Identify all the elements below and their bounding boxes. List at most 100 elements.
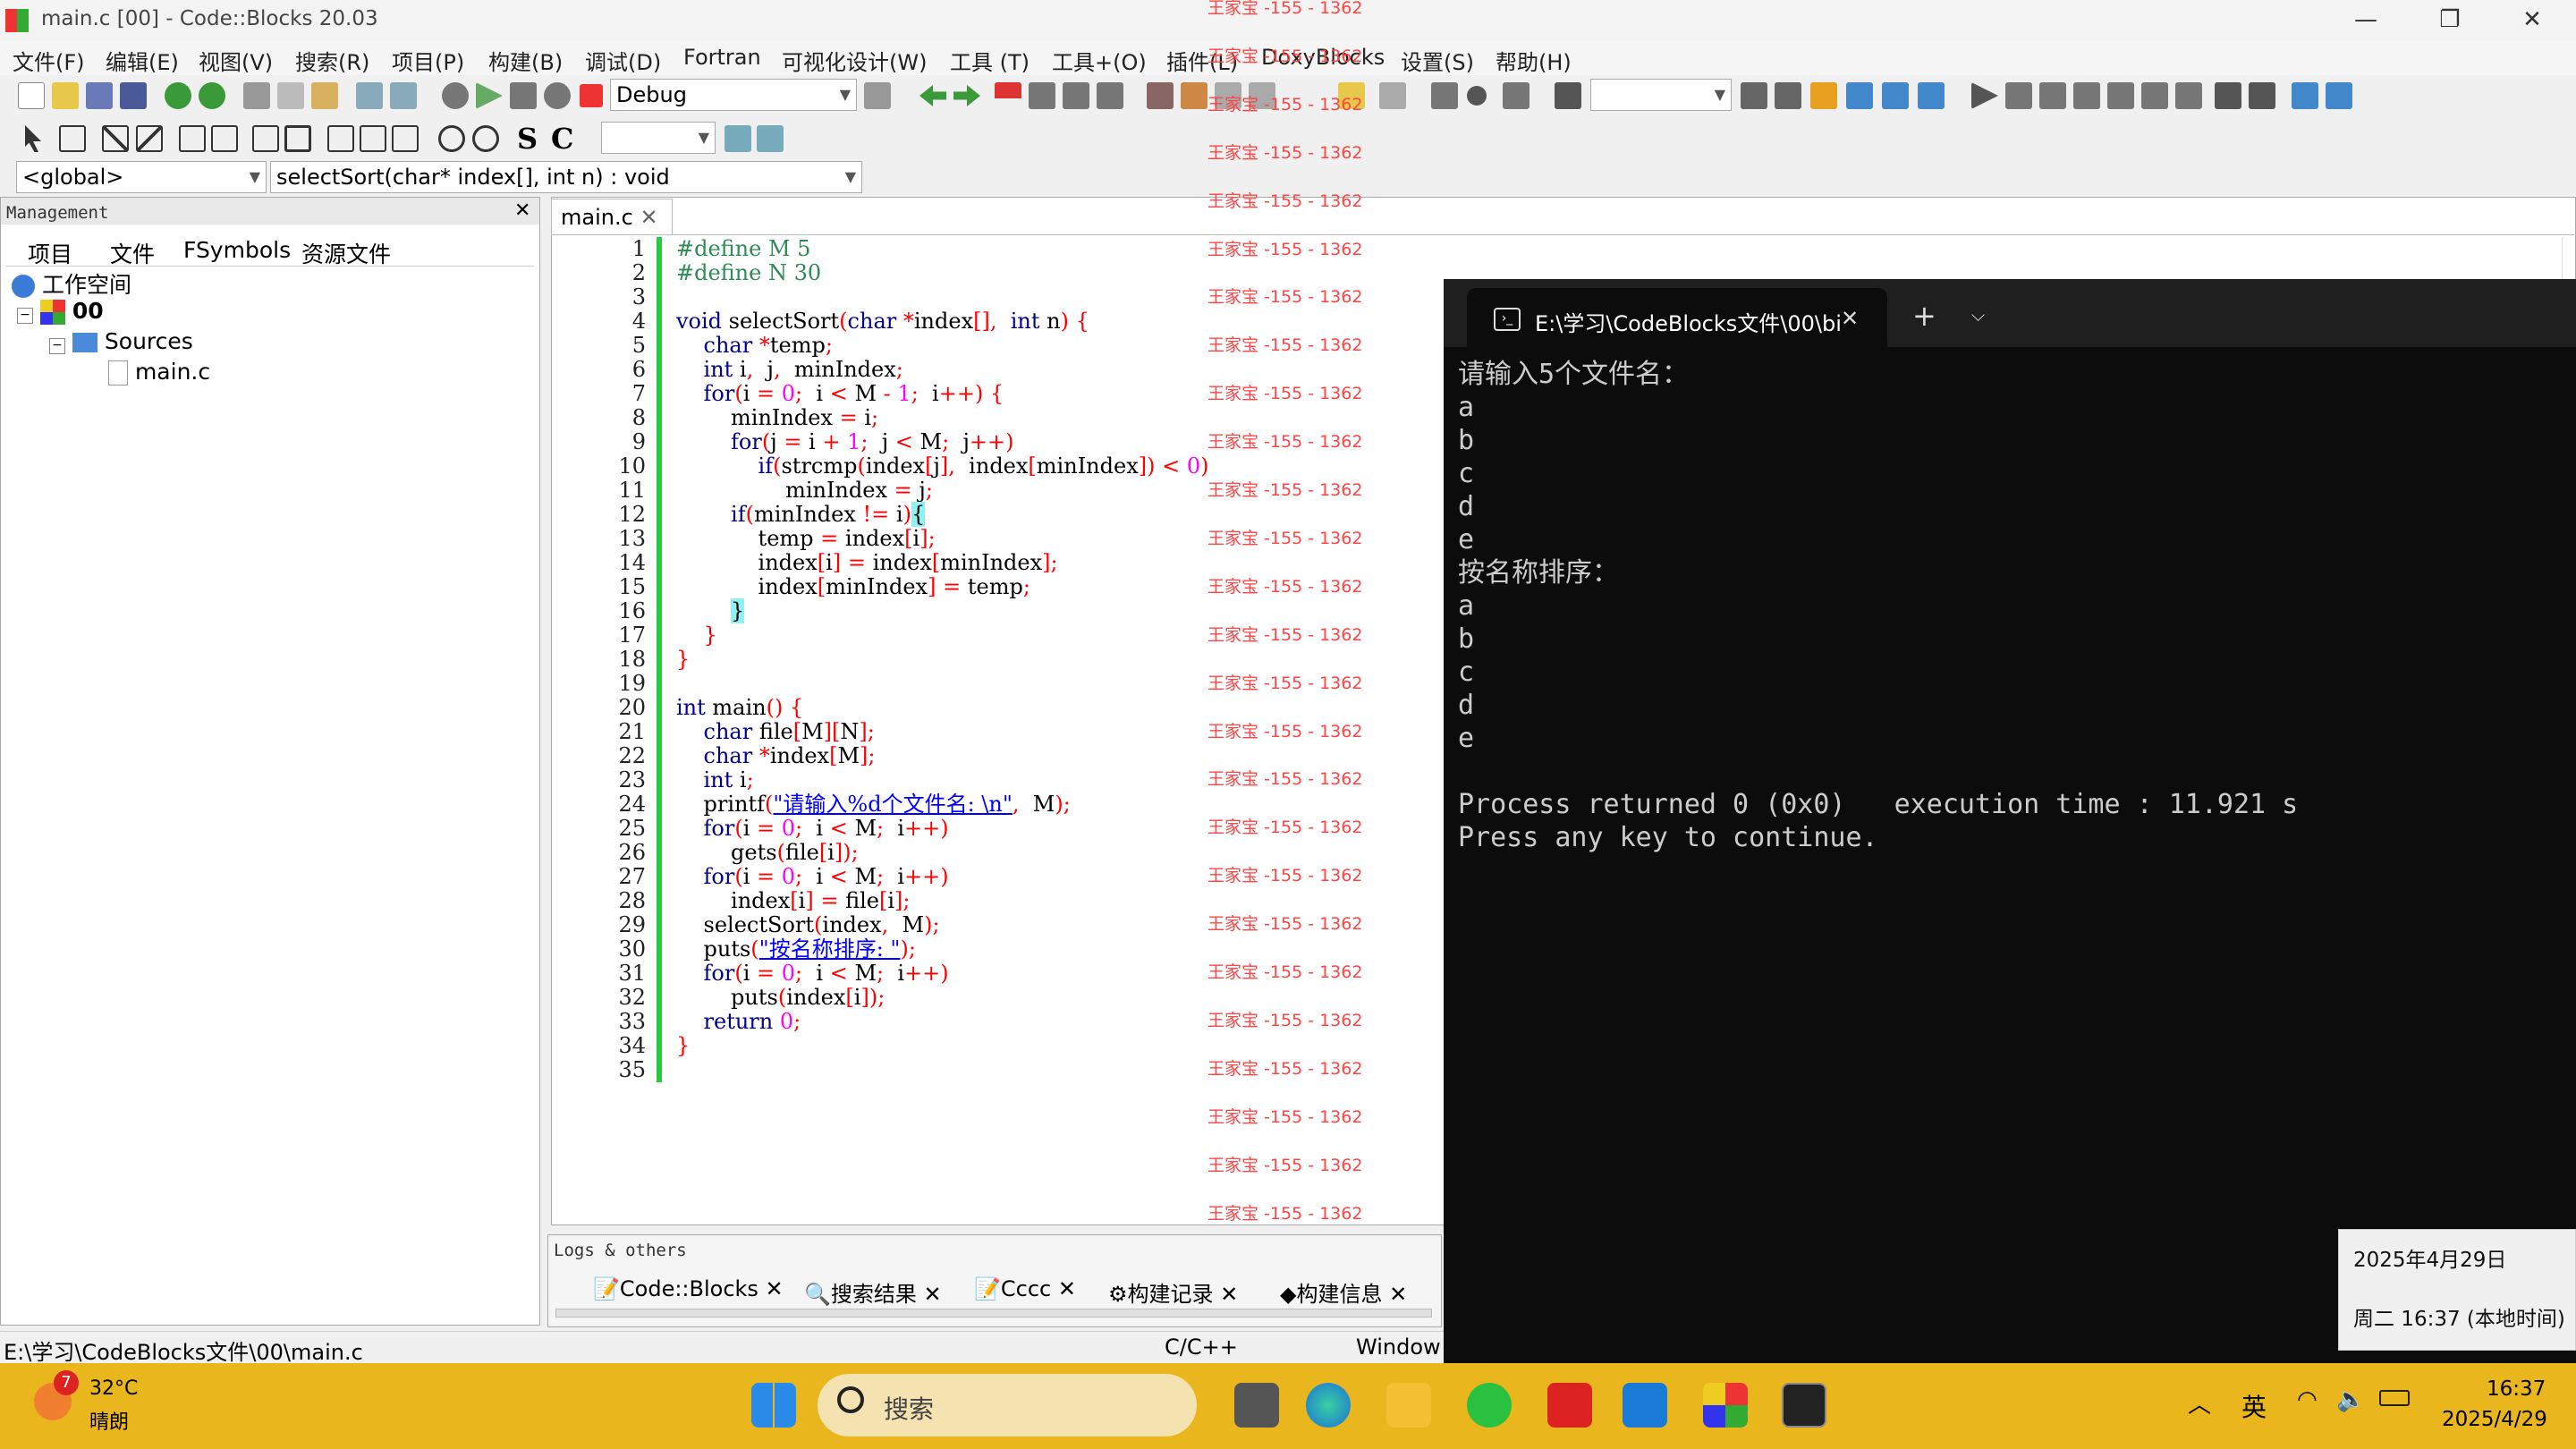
- code-line[interactable]: minIndex = i;: [676, 406, 1445, 430]
- code-line[interactable]: }: [676, 648, 1445, 672]
- undo-icon[interactable]: [165, 82, 191, 109]
- chevron-up-icon[interactable]: ︿: [2188, 1386, 2211, 1419]
- block-icon-1[interactable]: [179, 125, 206, 152]
- block-icon-3[interactable]: [252, 125, 279, 152]
- tree-file-main-c[interactable]: main.c: [108, 359, 210, 386]
- vscode-icon[interactable]: [1623, 1383, 1667, 1428]
- grid-icon[interactable]: [102, 125, 129, 152]
- taskbar-search[interactable]: 搜索: [818, 1374, 1197, 1436]
- start-icon[interactable]: [751, 1383, 796, 1428]
- tree-project[interactable]: − 00: [17, 298, 104, 325]
- doxy-run-icon[interactable]: [1181, 82, 1208, 109]
- block-icon-4[interactable]: [284, 125, 311, 152]
- step-out-icon[interactable]: [2107, 82, 2134, 109]
- save-all-icon[interactable]: [120, 82, 147, 109]
- menu-edit[interactable]: 编辑(E): [106, 45, 179, 76]
- step-icon[interactable]: [1503, 82, 1530, 109]
- menu-debug[interactable]: 调试(D): [585, 45, 661, 76]
- step-into-instruction-icon[interactable]: [2175, 82, 2202, 109]
- ime-indicator[interactable]: 英: [2241, 1388, 2267, 1424]
- c-tool-icon[interactable]: C: [551, 122, 573, 156]
- zoom-out-icon[interactable]: [472, 125, 499, 152]
- run-icon[interactable]: [476, 82, 503, 109]
- highlight-icon[interactable]: [1810, 82, 1837, 109]
- next-instruction-icon[interactable]: [2141, 82, 2168, 109]
- log-tab-search-results[interactable]: 🔍搜索结果 ✕: [804, 1276, 942, 1308]
- gear-icon[interactable]: [442, 82, 469, 109]
- new-file-icon[interactable]: [18, 82, 45, 109]
- minimize-button[interactable]: —: [2326, 0, 2406, 41]
- menu-build[interactable]: 构建(B): [488, 45, 563, 76]
- code-line[interactable]: #define N 30: [676, 261, 1445, 285]
- clock-time[interactable]: 16:37: [2487, 1377, 2546, 1401]
- selected-text-icon[interactable]: [1846, 82, 1873, 109]
- code-line[interactable]: puts("按名称排序: ");: [676, 937, 1445, 962]
- forward-arrow-icon[interactable]: [953, 85, 980, 106]
- wrench-icon[interactable]: [1379, 82, 1406, 109]
- pause-icon[interactable]: [2215, 82, 2241, 109]
- function-select[interactable]: selectSort(char* index[], int n) : void ▼: [270, 161, 862, 193]
- step-into-icon[interactable]: [2073, 82, 2100, 109]
- replace-icon[interactable]: [390, 82, 417, 109]
- next-bookmark-icon[interactable]: [1063, 82, 1089, 109]
- zoom-in-icon[interactable]: [438, 125, 465, 152]
- wechat-icon[interactable]: [1467, 1383, 1512, 1428]
- block-icon-2[interactable]: [211, 125, 238, 152]
- menu-file[interactable]: 文件(F): [13, 45, 85, 76]
- battery-icon[interactable]: [2379, 1390, 2410, 1406]
- stop-icon[interactable]: [2249, 82, 2275, 109]
- tab-close-icon[interactable]: ✕: [640, 205, 657, 230]
- debug-start-icon[interactable]: [1431, 82, 1458, 109]
- terminal-tab-close-icon[interactable]: ✕: [1841, 306, 1859, 331]
- pointer-icon[interactable]: [25, 125, 41, 152]
- debug-continue-icon[interactable]: [1971, 82, 1998, 109]
- jump-forward-icon[interactable]: [1775, 82, 1801, 109]
- taskbar-app-icon-1[interactable]: [1234, 1383, 1279, 1428]
- s-tool-icon[interactable]: S: [517, 122, 538, 156]
- expand-icon[interactable]: −: [49, 338, 65, 354]
- build-target-select[interactable]: Debug ▼: [610, 79, 857, 111]
- build-run-icon[interactable]: [510, 82, 537, 109]
- menu-tools[interactable]: 工具 (T): [950, 45, 1030, 76]
- log-tab-codeblocks[interactable]: 📝Code::Blocks ✕: [593, 1276, 784, 1301]
- doxy-icon[interactable]: [1147, 82, 1174, 109]
- prev-bookmark-icon[interactable]: [1029, 82, 1055, 109]
- code-line[interactable]: index[i] = index[minIndex];: [676, 551, 1445, 575]
- codeblocks-icon[interactable]: [1703, 1383, 1748, 1428]
- jump-back-icon[interactable]: [1741, 82, 1767, 109]
- terminal-tab[interactable]: ›_ E:\学习\CodeBlocks文件\00\bi: [1467, 288, 1887, 347]
- menu-visual-design[interactable]: 可视化设计(W): [782, 45, 927, 76]
- edge-icon[interactable]: [1306, 1383, 1351, 1428]
- design-combo[interactable]: ▼: [601, 122, 716, 154]
- code-line[interactable]: void selectSort(char *index[], int n) {: [676, 309, 1445, 334]
- log-tab-build-log[interactable]: ⚙构建记录 ✕: [1108, 1276, 1238, 1308]
- close-button[interactable]: ✕: [2492, 0, 2572, 41]
- code-line[interactable]: printf("请输入%d个文件名: \n", M);: [676, 792, 1445, 817]
- copy-icon[interactable]: [277, 82, 304, 109]
- app-red-icon[interactable]: [1547, 1383, 1592, 1428]
- info-icon[interactable]: [2326, 82, 2352, 109]
- volume-icon[interactable]: 🔈: [2336, 1386, 2365, 1413]
- rebuild-icon[interactable]: [544, 82, 571, 109]
- menu-search[interactable]: 搜索(R): [295, 45, 369, 76]
- clear-bookmarks-icon[interactable]: [1097, 82, 1123, 109]
- shape-icon-2[interactable]: [360, 125, 386, 152]
- abort-icon[interactable]: [580, 84, 603, 107]
- build-options-icon[interactable]: [864, 82, 891, 109]
- redo-icon[interactable]: [199, 82, 225, 109]
- match-case-icon[interactable]: [1882, 82, 1909, 109]
- wifi-icon[interactable]: ◠: [2297, 1386, 2318, 1413]
- regex-icon[interactable]: [1918, 82, 1945, 109]
- menu-fortran[interactable]: Fortran: [683, 45, 761, 70]
- terminal-taskbar-icon[interactable]: [1782, 1383, 1826, 1428]
- code-line[interactable]: int main() {: [676, 696, 1445, 720]
- log-tab-cccc[interactable]: 📝Cccc ✕: [974, 1276, 1076, 1301]
- bookmark-icon[interactable]: [995, 82, 1021, 98]
- restore-button[interactable]: ❐: [2410, 0, 2490, 41]
- code-line[interactable]: char *index[M];: [676, 744, 1445, 768]
- management-close-icon[interactable]: ✕: [514, 199, 530, 222]
- code-line[interactable]: index[i] = file[i];: [676, 889, 1445, 913]
- tab-fsymbols[interactable]: FSymbols: [183, 237, 291, 263]
- tree-workspace[interactable]: 工作空间: [12, 267, 131, 300]
- breakpoint-icon[interactable]: [1467, 86, 1487, 106]
